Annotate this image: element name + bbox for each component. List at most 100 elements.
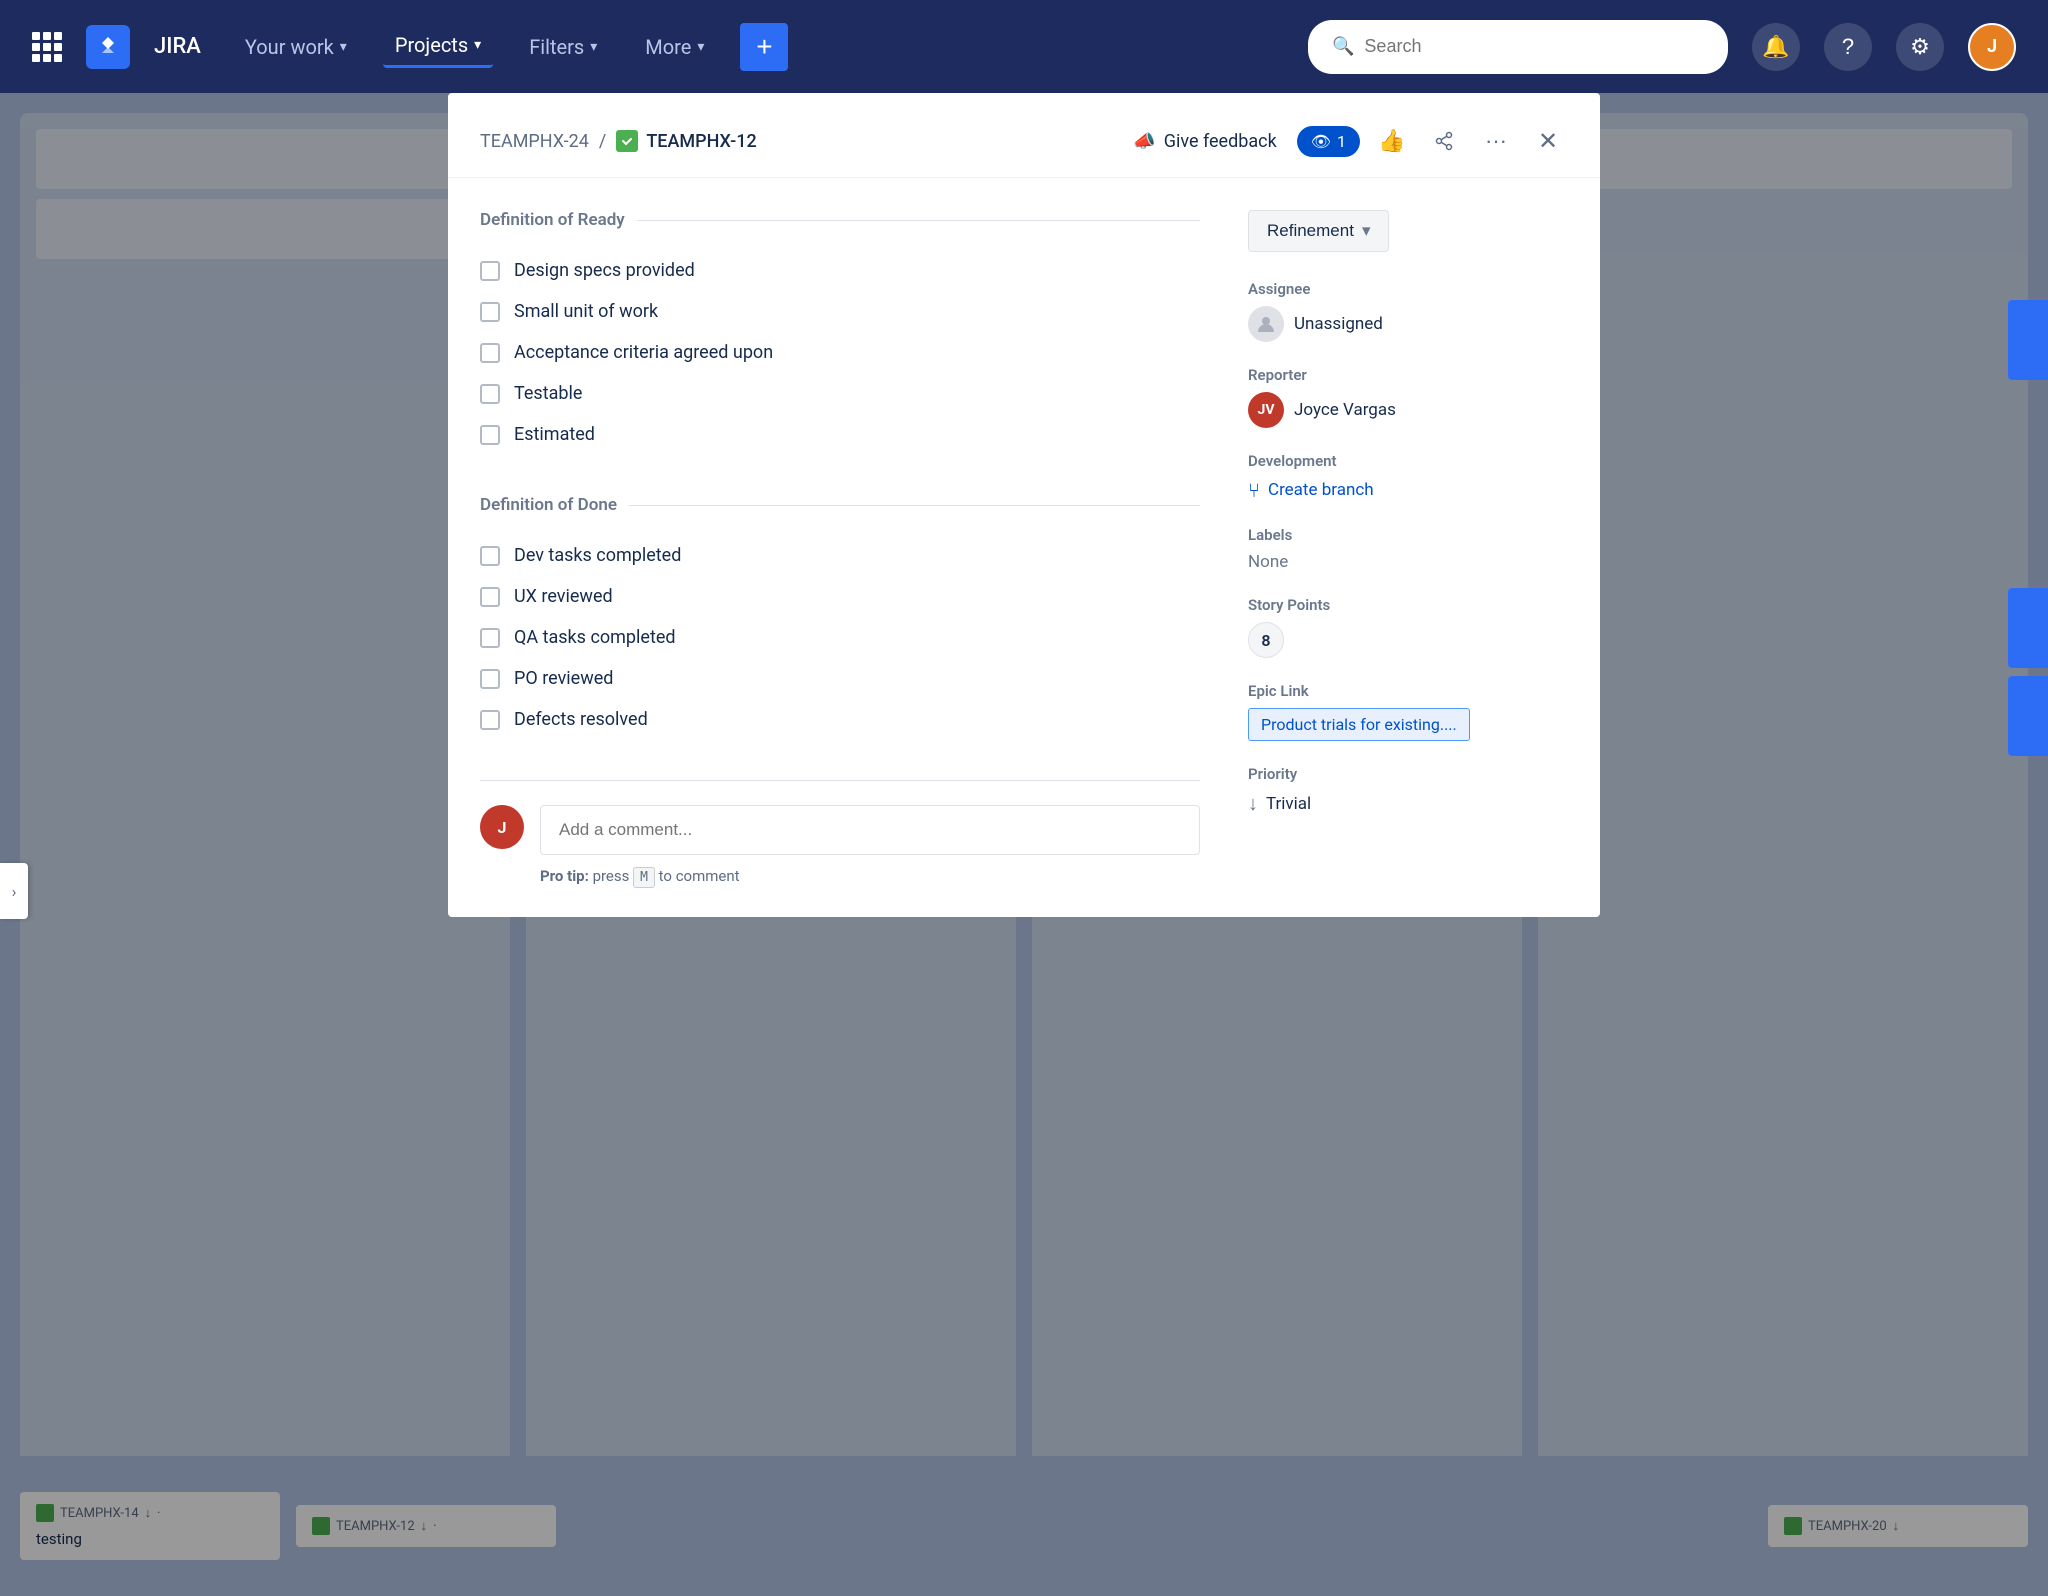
checkbox-ux[interactable] [480,587,500,607]
assignee-value[interactable]: Unassigned [1248,306,1568,342]
checkbox-dev-tasks[interactable] [480,546,500,566]
epic-link-value[interactable]: Product trials for existing.... [1248,708,1470,741]
reporter-value[interactable]: JV Joyce Vargas [1248,392,1568,428]
definition-of-ready-section: Definition of Ready Design specs provide… [480,210,1200,455]
development-label: Development [1248,452,1568,470]
comment-input[interactable] [540,805,1200,855]
priority-icon: ↓ [1248,791,1258,816]
more-nav[interactable]: More ▾ [633,27,716,67]
list-item: Acceptance criteria agreed upon [480,332,1200,373]
issue-type-icon [616,130,638,152]
definition-of-ready-checklist: Design specs provided Small unit of work… [480,250,1200,455]
branch-icon: ⑂ [1248,478,1260,502]
comment-section: J Pro tip: press M to comment [480,780,1200,885]
notifications-button[interactable]: 🔔 [1752,23,1800,71]
search-input[interactable] [1364,36,1704,57]
navbar: JIRA Your work ▾ Projects ▾ Filters ▾ Mo… [0,0,2048,93]
search-bar[interactable]: 🔍 [1308,20,1728,74]
assignee-avatar [1248,306,1284,342]
your-work-nav[interactable]: Your work ▾ [233,27,359,67]
priority-value[interactable]: ↓ Trivial [1248,791,1568,816]
thumbsup-button[interactable]: 👍 [1372,121,1412,161]
assignee-field: Assignee Unassigned [1248,280,1568,342]
list-item: Estimated [480,414,1200,455]
checkbox-small-unit[interactable] [480,302,500,322]
labels-value[interactable]: None [1248,552,1288,572]
checkbox-qa[interactable] [480,628,500,648]
list-item: QA tasks completed [480,617,1200,658]
development-field: Development ⑂ Create branch [1248,452,1568,502]
apps-icon[interactable] [32,32,62,62]
share-button[interactable] [1424,121,1464,161]
projects-nav[interactable]: Projects ▾ [383,25,493,68]
section-divider [629,505,1200,506]
issue-modal: TEAMPHX-24 / TEAMPHX-12 📣 Give feedback … [448,93,1600,917]
more-chevron: ▾ [697,39,704,55]
eye-icon: 👁 [1311,132,1331,151]
watch-count: 1 [1337,132,1346,151]
list-item: Dev tasks completed [480,535,1200,576]
filters-nav[interactable]: Filters ▾ [517,27,609,67]
give-feedback-button[interactable]: 📣 Give feedback [1125,123,1284,160]
sidebar-toggle[interactable]: › [0,863,28,919]
settings-button[interactable]: ⚙ [1896,23,1944,71]
projects-chevron: ▾ [474,37,481,53]
more-button[interactable]: ··· [1476,121,1516,161]
checkbox-defects[interactable] [480,710,500,730]
right-edge-button-1[interactable] [2008,300,2048,380]
modal-body: Definition of Ready Design specs provide… [448,178,1600,917]
filters-chevron: ▾ [590,39,597,55]
checkbox-acceptance[interactable] [480,343,500,363]
user-avatar[interactable]: J [1968,23,2016,71]
breadcrumb: TEAMPHX-24 / TEAMPHX-12 [480,130,1109,152]
list-item: PO reviewed [480,658,1200,699]
story-points-value[interactable]: 8 [1248,622,1284,658]
right-edge-button-3[interactable] [2008,676,2048,756]
sprint-chevron: ▾ [1362,221,1371,241]
assignee-name: Unassigned [1294,314,1383,334]
breadcrumb-current: TEAMPHX-12 [616,130,756,152]
checkbox-design-specs[interactable] [480,261,500,281]
right-edge-buttons [2008,300,2048,756]
labels-field: Labels None [1248,526,1568,572]
list-item: Testable [480,373,1200,414]
reporter-avatar: JV [1248,392,1284,428]
priority-text: Trivial [1266,794,1311,814]
story-points-field: Story Points 8 [1248,596,1568,658]
breadcrumb-parent[interactable]: TEAMPHX-24 [480,131,589,152]
commenter-avatar: J [480,805,524,849]
reporter-name: Joyce Vargas [1294,400,1396,420]
modal-header: TEAMPHX-24 / TEAMPHX-12 📣 Give feedback … [448,93,1600,178]
sprint-button[interactable]: Refinement ▾ [1248,210,1389,252]
right-edge-button-2[interactable] [2008,588,2048,668]
story-points-label: Story Points [1248,596,1568,614]
definition-of-done-title: Definition of Done [480,495,1200,515]
chevron-right-icon: › [12,882,17,901]
list-item: Design specs provided [480,250,1200,291]
epic-link-label: Epic Link [1248,682,1568,700]
give-feedback-label: Give feedback [1164,131,1277,152]
sprint-label: Refinement [1267,221,1354,241]
modal-actions: 📣 Give feedback 👁 1 👍 ··· ✕ [1125,121,1568,161]
checkbox-po[interactable] [480,669,500,689]
issue-key[interactable]: TEAMPHX-12 [646,131,756,152]
checkbox-estimated[interactable] [480,425,500,445]
right-panel: Refinement ▾ Assignee Unassigned [1248,210,1568,885]
left-panel: Definition of Ready Design specs provide… [480,210,1200,885]
checkbox-testable[interactable] [480,384,500,404]
epic-link-field: Epic Link Product trials for existing...… [1248,682,1568,741]
feedback-icon: 📣 [1133,131,1155,152]
labels-label: Labels [1248,526,1568,544]
close-button[interactable]: ✕ [1528,121,1568,161]
your-work-chevron: ▾ [340,39,347,55]
watch-button[interactable]: 👁 1 [1297,126,1360,157]
priority-label: Priority [1248,765,1568,783]
list-item: Defects resolved [480,699,1200,740]
keyboard-shortcut: M [633,867,655,888]
comment-input-row: J [480,805,1200,855]
create-branch-link[interactable]: ⑂ Create branch [1248,478,1568,502]
assignee-label: Assignee [1248,280,1568,298]
reporter-label: Reporter [1248,366,1568,384]
create-button[interactable]: + [740,23,788,71]
help-button[interactable]: ? [1824,23,1872,71]
